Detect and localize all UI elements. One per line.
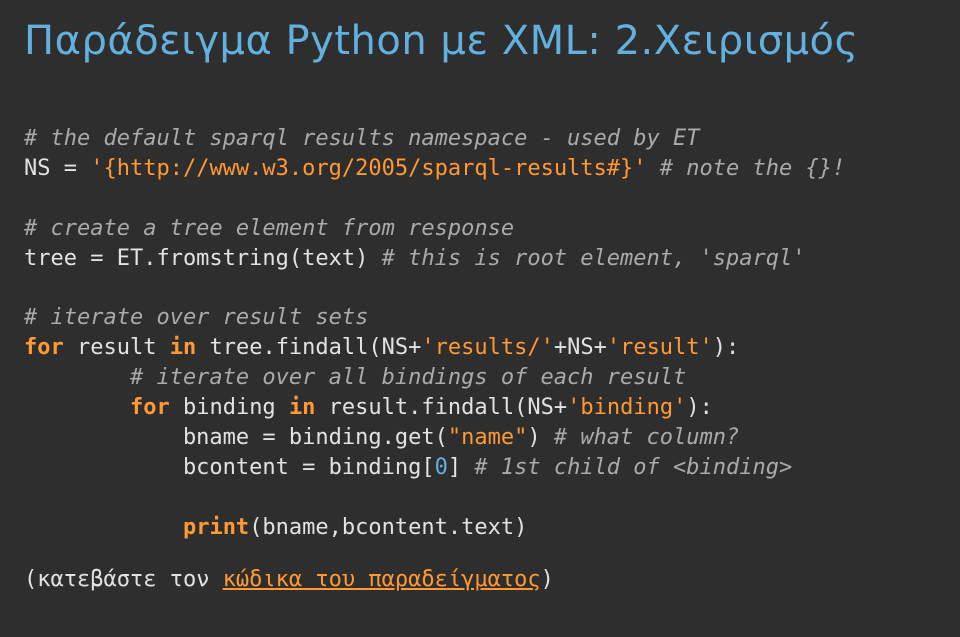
tree-assign: tree = ET.fromstring(text) xyxy=(24,246,382,271)
tree-note: # this is root element, 'sparql' xyxy=(382,246,806,271)
for2-mid: binding xyxy=(170,395,289,420)
bcontent-line: bcontent = binding[ xyxy=(24,455,435,480)
comment-iterate: # iterate over result sets xyxy=(24,305,368,330)
for1-end: ): xyxy=(713,335,740,360)
in-keyword-2: in xyxy=(289,395,316,420)
bcontent-close: ] xyxy=(448,455,475,480)
ns-note: # note the {}! xyxy=(647,156,846,181)
bname-line: bname = binding.get( xyxy=(24,425,448,450)
print-indent xyxy=(24,515,183,540)
bcontent-index: 0 xyxy=(435,455,448,480)
for1-str2: 'result' xyxy=(607,335,713,360)
for2-str: 'binding' xyxy=(567,395,686,420)
slide-container: Παράδειγμα Python με XML: 2.Χειρισμός # … xyxy=(0,0,960,637)
bcontent-note: # 1st child of <binding> xyxy=(474,455,792,480)
footer-close-paren: ) xyxy=(541,567,554,592)
footer-open-paren: ( xyxy=(24,567,37,592)
for1-plus: +NS+ xyxy=(554,335,607,360)
ns-assign-lhs: NS = xyxy=(24,156,90,181)
for2-end: ): xyxy=(686,395,713,420)
footer-text-before: κατεβάστε τον xyxy=(37,567,222,592)
for2-tail: result.findall(NS+ xyxy=(315,395,567,420)
for-keyword-1: for xyxy=(24,335,64,360)
bname-str: "name" xyxy=(448,425,527,450)
slide-title: Παράδειγμα Python με XML: 2.Χειρισμός xyxy=(24,18,936,64)
code-block: # the default sparql results namespace -… xyxy=(24,124,936,543)
in-keyword-1: in xyxy=(170,335,197,360)
for2-indent xyxy=(24,395,130,420)
comment-inner: # iterate over all bindings of each resu… xyxy=(24,365,686,390)
footer-line: (κατεβάστε τον κώδικα του παραδείγματος) xyxy=(24,567,936,592)
download-link[interactable]: κώδικα του παραδείγματος xyxy=(223,567,541,592)
for1-str1: 'results/' xyxy=(421,335,553,360)
print-args: (bname,bcontent.text) xyxy=(249,515,527,540)
comment-tree: # create a tree element from response xyxy=(24,216,514,241)
bname-note: # what column? xyxy=(554,425,739,450)
bname-close: ) xyxy=(527,425,554,450)
print-keyword: print xyxy=(183,515,249,540)
ns-string: '{http://www.w3.org/2005/sparql-results#… xyxy=(90,156,646,181)
for1-tail: tree.findall(NS+ xyxy=(196,335,421,360)
for-keyword-2: for xyxy=(130,395,170,420)
for1-mid: result xyxy=(64,335,170,360)
comment-ns: # the default sparql results namespace -… xyxy=(24,126,700,151)
